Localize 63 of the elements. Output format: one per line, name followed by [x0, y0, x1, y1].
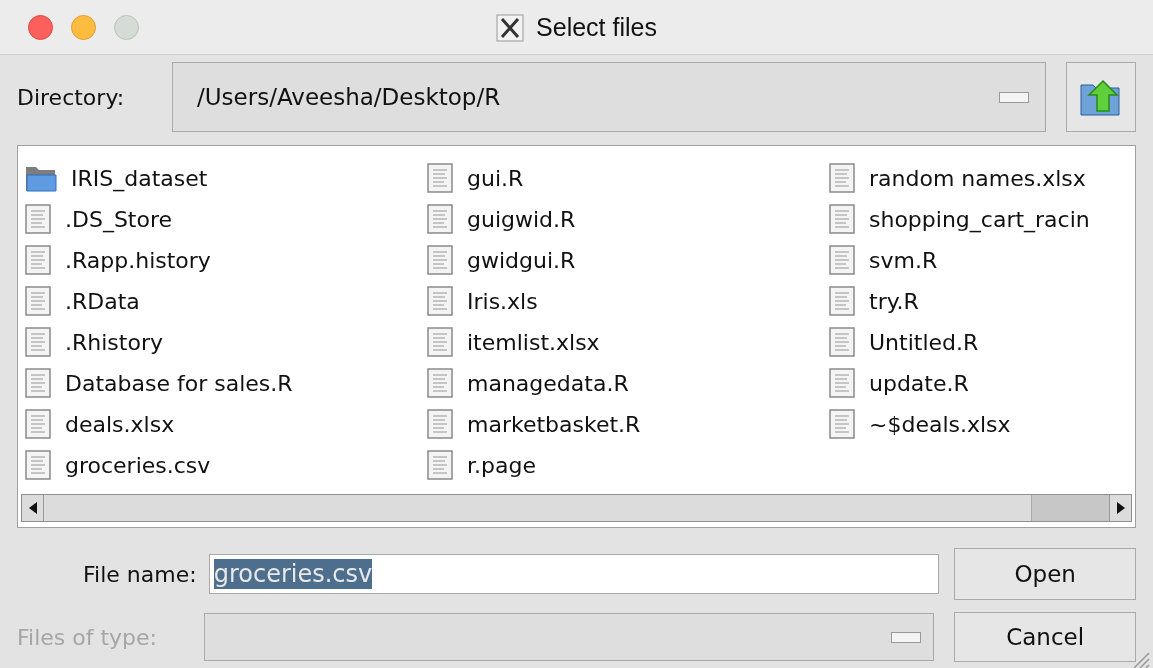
file-name[interactable]: .RData — [65, 284, 140, 318]
file-name[interactable]: itemlist.xlsx — [467, 325, 600, 359]
document-icon — [25, 204, 51, 234]
document-icon — [25, 450, 51, 480]
files-of-type-label: Files of type: — [17, 623, 159, 652]
file-name[interactable]: r.page — [467, 448, 536, 482]
file-name[interactable]: gui.R — [467, 161, 524, 195]
file-name[interactable]: marketbasket.R — [467, 407, 641, 441]
document-icon — [427, 286, 453, 316]
file-name[interactable]: groceries.csv — [65, 448, 211, 482]
up-folder-button[interactable] — [1066, 62, 1136, 132]
cancel-button[interactable]: Cancel — [954, 612, 1136, 662]
document-icon — [427, 368, 453, 398]
file-name[interactable]: IRIS_dataset — [71, 161, 208, 195]
file-name[interactable]: Iris.xls — [467, 284, 538, 318]
document-icon — [25, 327, 51, 357]
document-icon — [427, 204, 453, 234]
document-icon — [427, 409, 453, 439]
document-icon — [829, 163, 855, 193]
open-button[interactable]: Open — [954, 548, 1136, 600]
document-icon — [25, 286, 51, 316]
dropdown-handle-icon — [999, 91, 1029, 103]
file-name[interactable]: Untitled.R — [869, 325, 979, 359]
file-name[interactable]: svm.R — [869, 243, 938, 277]
directory-dropdown[interactable]: /Users/Aveesha/Desktop/R — [172, 62, 1046, 132]
document-icon — [427, 245, 453, 275]
document-icon — [829, 245, 855, 275]
file-name[interactable]: guigwid.R — [467, 202, 576, 236]
document-icon — [829, 286, 855, 316]
document-icon — [25, 245, 51, 275]
file-name[interactable]: Database for sales.R — [65, 366, 293, 400]
document-icon — [427, 327, 453, 357]
file-name-field[interactable]: groceries.csv — [208, 554, 940, 594]
window-close-button[interactable] — [28, 14, 53, 40]
document-icon — [829, 204, 855, 234]
document-icon — [427, 450, 453, 480]
document-icon — [427, 163, 453, 193]
file-name[interactable]: .DS_Store — [65, 202, 173, 236]
window-title: Select files — [536, 11, 657, 43]
file-name[interactable]: deals.xlsx — [65, 407, 175, 441]
file-name[interactable]: ~$deals.xlsx — [869, 407, 1011, 441]
document-icon — [25, 368, 51, 398]
file-name[interactable]: gwidgui.R — [467, 243, 576, 277]
file-name[interactable]: .Rapp.history — [65, 243, 211, 277]
scrollbar-thumb[interactable] — [1031, 495, 1109, 521]
file-name[interactable]: .Rhistory — [65, 325, 163, 359]
file-name[interactable]: random names.xlsx — [869, 161, 1086, 195]
x-logo-icon — [496, 13, 525, 42]
file-name[interactable]: managedata.R — [467, 366, 629, 400]
file-name[interactable]: try.R — [869, 284, 919, 318]
dropdown-handle-icon — [891, 631, 922, 643]
window-minimize-button[interactable] — [71, 14, 96, 40]
document-icon — [829, 409, 855, 439]
file-name[interactable]: shopping_cart_racin — [869, 202, 1090, 236]
field-text: groceries.csv — [213, 559, 373, 589]
file-name[interactable]: update.R — [869, 366, 969, 400]
directory-label: Directory: — [17, 83, 126, 112]
document-icon — [829, 327, 855, 357]
document-icon — [829, 368, 855, 398]
file-name-label: File name: — [82, 560, 198, 589]
folder-up-arrow-icon — [1079, 77, 1123, 117]
horizontal-scrollbar[interactable] — [21, 494, 1132, 522]
document-icon — [25, 409, 51, 439]
